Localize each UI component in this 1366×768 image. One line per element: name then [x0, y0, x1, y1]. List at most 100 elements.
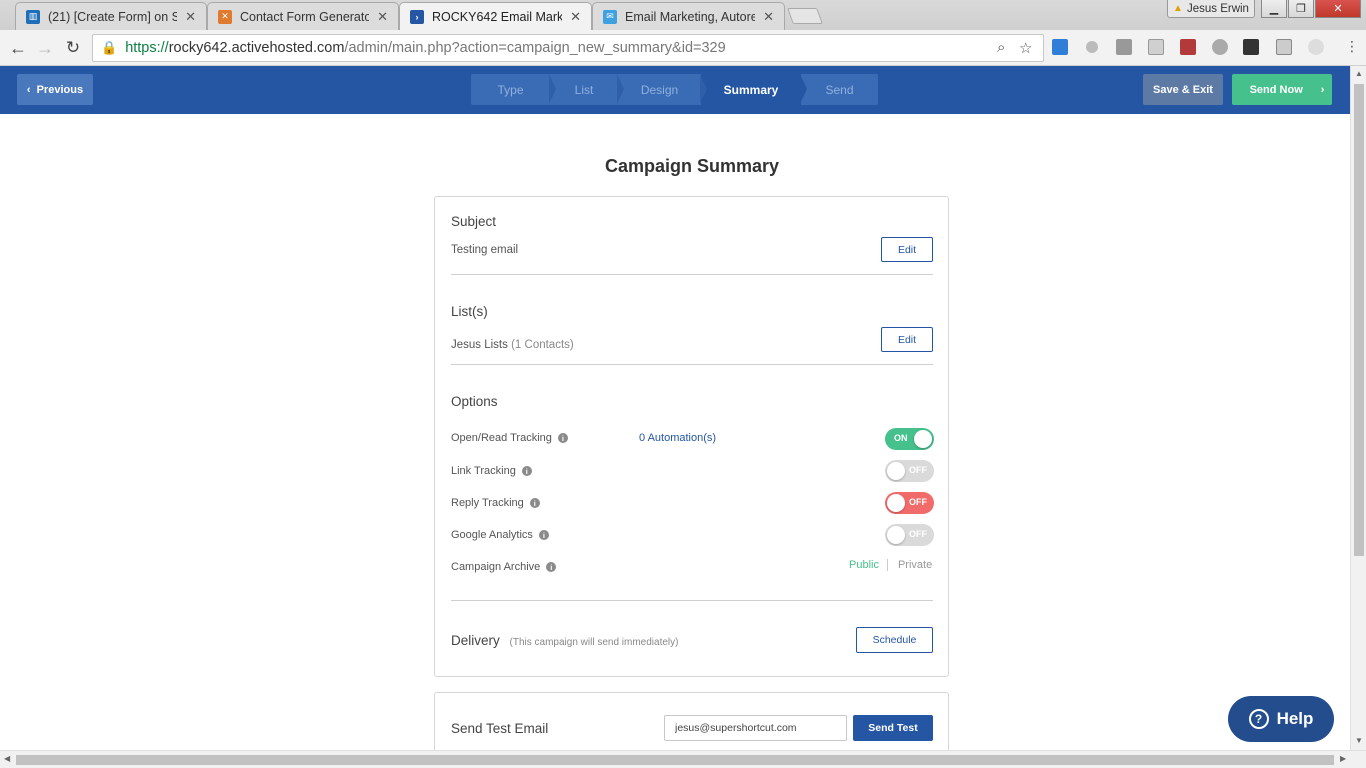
step-send[interactable]: Send — [801, 74, 878, 105]
browser-tab-strip: ▥ (21) [Create Form] on Se ✕ ✕ Contact F… — [0, 0, 1366, 30]
extension-icon[interactable] — [1148, 39, 1164, 55]
extension-icon[interactable] — [1308, 39, 1324, 55]
info-icon[interactable]: i — [546, 562, 557, 572]
option-label: Campaign Archive — [451, 561, 541, 573]
archive-private-option[interactable]: Private — [888, 559, 932, 571]
scroll-thumb[interactable] — [1354, 84, 1364, 556]
toggle-state: OFF — [909, 465, 927, 475]
open-read-tracking-toggle[interactable]: ON — [885, 428, 934, 450]
address-toolbar: ← → ↻ 🔒 https:// rocky642.activehosted.c… — [0, 30, 1366, 66]
tab-title: (21) [Create Form] on Se — [48, 9, 178, 24]
browser-tab-contact-form[interactable]: ✕ Contact Form Generator ✕ — [207, 2, 399, 30]
extension-icon[interactable] — [1116, 39, 1132, 55]
browser-tab-activecampaign[interactable]: › ROCKY642 Email Marketi ✕ — [399, 2, 592, 30]
close-tab-icon[interactable]: ✕ — [763, 9, 774, 25]
list-name: Jesus Lists — [451, 339, 508, 351]
forward-arrow-icon[interactable]: → — [34, 37, 56, 59]
close-window-button[interactable]: ✕ — [1315, 0, 1361, 18]
close-tab-icon[interactable]: ✕ — [570, 9, 581, 25]
schedule-button[interactable]: Schedule — [856, 627, 933, 653]
back-arrow-icon[interactable]: ← — [7, 37, 29, 59]
extension-icon[interactable] — [1086, 41, 1098, 53]
subject-heading: Subject — [451, 214, 497, 229]
extension-icon[interactable] — [1212, 39, 1228, 55]
form-icon: ✕ — [218, 9, 232, 24]
warning-icon: ▲ — [1173, 3, 1183, 14]
step-label: Type — [497, 82, 524, 97]
scroll-thumb[interactable] — [16, 755, 1334, 765]
zoom-icon[interactable]: ⌕ — [997, 39, 1005, 56]
scroll-down-icon[interactable]: ▼ — [1355, 736, 1363, 745]
google-analytics-toggle[interactable]: OFF — [885, 524, 934, 546]
browser-tab-trello[interactable]: ▥ (21) [Create Form] on Se ✕ — [15, 2, 207, 30]
browser-tab-email-marketing[interactable]: ✉ Email Marketing, Autore ✕ — [592, 2, 785, 30]
divider — [451, 364, 933, 365]
send-test-heading: Send Test Email — [451, 721, 549, 736]
info-icon[interactable]: i — [557, 433, 568, 443]
extension-icon[interactable] — [1180, 39, 1196, 55]
vertical-scrollbar[interactable]: ▲ ▼ — [1350, 66, 1366, 750]
previous-label: Previous — [36, 83, 84, 96]
extension-icon[interactable] — [1052, 39, 1068, 55]
scroll-up-icon[interactable]: ▲ — [1355, 69, 1363, 78]
step-list[interactable]: List — [550, 74, 624, 105]
scroll-left-icon[interactable]: ◀ — [4, 754, 10, 763]
close-tab-icon[interactable]: ✕ — [377, 9, 388, 25]
lock-icon: 🔒 — [101, 40, 118, 55]
open-read-tracking-label: Open/Read Tracking i — [451, 432, 568, 444]
option-label: Reply Tracking — [451, 497, 524, 509]
google-analytics-label: Google Analytics i — [451, 529, 549, 541]
lists-heading: List(s) — [451, 304, 488, 319]
list-summary: Jesus Lists (1 Contacts) — [451, 339, 574, 351]
help-button[interactable]: ? Help — [1228, 696, 1334, 742]
edit-lists-button[interactable]: Edit — [881, 327, 933, 352]
scroll-right-icon[interactable]: ▶ — [1340, 754, 1346, 763]
menu-kebab-icon[interactable]: ⋮ — [1345, 38, 1359, 55]
bookmark-star-icon[interactable]: ☆ — [1019, 39, 1032, 57]
new-tab-button[interactable] — [787, 8, 823, 24]
step-design[interactable]: Design — [618, 74, 707, 105]
toggle-state: OFF — [909, 497, 927, 507]
tab-title: ROCKY642 Email Marketi — [432, 9, 563, 24]
profile-button[interactable]: ▲ Jesus Erwin — [1167, 0, 1255, 18]
link-tracking-toggle[interactable]: OFF — [885, 460, 934, 482]
options-heading: Options — [451, 394, 498, 409]
maximize-button[interactable]: ❐ — [1288, 0, 1314, 18]
send-now-button[interactable]: Send Now › — [1232, 74, 1332, 105]
horizontal-scrollbar[interactable]: ◀ ▶ — [0, 750, 1366, 768]
automations-link[interactable]: 0 Automation(s) — [639, 432, 716, 444]
info-icon[interactable]: i — [529, 498, 540, 508]
link-tracking-label: Link Tracking i — [451, 465, 532, 477]
step-type[interactable]: Type — [471, 74, 556, 105]
divider — [451, 274, 933, 275]
send-now-label: Send Now — [1249, 83, 1303, 96]
extension-icon[interactable] — [1276, 39, 1292, 55]
send-test-button[interactable]: Send Test — [853, 715, 933, 741]
step-label: Send — [825, 82, 854, 97]
test-email-input[interactable] — [664, 715, 847, 741]
help-label: Help — [1276, 709, 1314, 728]
extension-icon[interactable] — [1243, 39, 1259, 55]
info-icon[interactable]: i — [521, 466, 532, 476]
close-tab-icon[interactable]: ✕ — [185, 9, 196, 25]
url-scheme: https:// — [125, 40, 169, 56]
previous-button[interactable]: ‹ Previous — [17, 74, 93, 105]
option-label: Google Analytics — [451, 529, 533, 541]
url-bar[interactable]: 🔒 https:// rocky642.activehosted.com /ad… — [92, 34, 1044, 62]
campaign-archive-label: Campaign Archive i — [451, 561, 557, 573]
divider — [451, 600, 933, 601]
reply-tracking-toggle[interactable]: OFF — [885, 492, 934, 514]
profile-name: Jesus Erwin — [1186, 2, 1249, 15]
edit-subject-button[interactable]: Edit — [881, 237, 933, 262]
step-summary[interactable]: Summary — [701, 74, 807, 105]
reload-icon[interactable]: ↻ — [62, 37, 84, 59]
info-icon[interactable]: i — [538, 530, 549, 540]
minimize-button[interactable]: ▁ — [1261, 0, 1287, 18]
url-path: /admin/main.php?action=campaign_new_summ… — [344, 40, 726, 56]
tab-title: Email Marketing, Autore — [625, 9, 756, 24]
save-exit-button[interactable]: Save & Exit — [1143, 74, 1223, 105]
send-test-card: Send Test Email Send Test — [434, 692, 949, 752]
toggle-state: OFF — [909, 529, 927, 539]
activecampaign-icon: › — [410, 9, 424, 24]
archive-public-option[interactable]: Public — [849, 559, 888, 571]
